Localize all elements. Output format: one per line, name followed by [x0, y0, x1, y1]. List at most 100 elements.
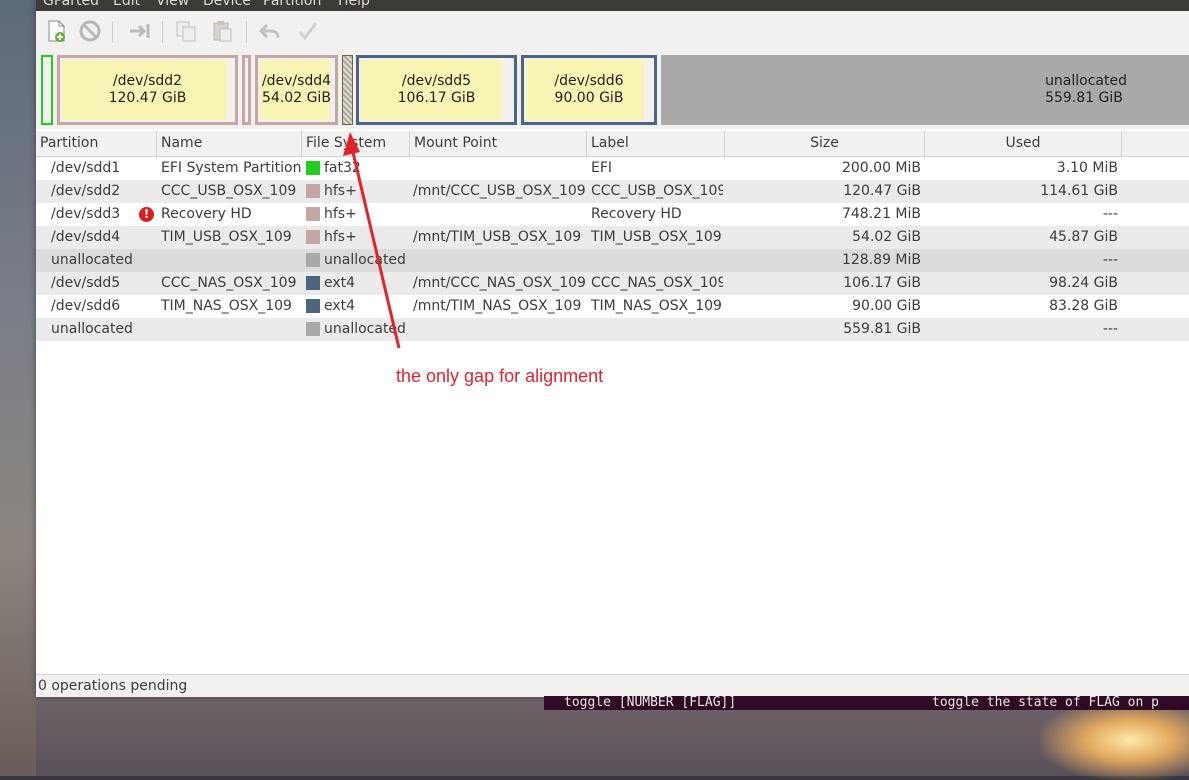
column-name[interactable]: Name [157, 131, 302, 156]
column-partition[interactable]: Partition [36, 131, 157, 156]
column-filesystem[interactable]: File System [302, 131, 410, 156]
cell-name: CCC_NAS_OSX_109 [161, 275, 297, 291]
delete-icon[interactable] [76, 17, 104, 45]
menu-gparted[interactable]: GParted [43, 0, 99, 9]
table-row[interactable]: /dev/sdd1 EFI System Partition fat32 EFI 200… [36, 157, 1189, 180]
cell-mount: /mnt/CCC_NAS_OSX_109 [413, 275, 585, 291]
cell-mount [413, 157, 585, 180]
diskmap-unallocated[interactable]: unallocated 559.81 GiB [661, 55, 1189, 125]
menu-partition[interactable]: Partition [263, 0, 321, 9]
diskmap-sdd5[interactable]: /dev/sdd5 106.17 GiB [356, 55, 517, 125]
cell-used: --- [1102, 252, 1118, 268]
paste-icon[interactable] [208, 17, 236, 45]
cell-partition: /dev/sdd6 [51, 298, 121, 314]
partition-table: Partition Name File System Mount Point L… [36, 131, 1189, 674]
column-label[interactable]: Label [587, 131, 725, 156]
cell-mount: /mnt/TIM_NAS_OSX_109 [413, 298, 582, 314]
desktop-background [0, 0, 36, 776]
cell-label [591, 318, 723, 341]
column-size[interactable]: Size [725, 131, 925, 156]
terminal-right-text: toggle the state of FLAG on p [932, 696, 1159, 710]
filesystem-color-swatch [306, 322, 320, 336]
cell-partition: /dev/sdd3 [51, 206, 121, 222]
menu-edit[interactable]: Edit [113, 0, 140, 9]
apply-icon[interactable] [294, 17, 322, 45]
cell-used: 114.61 GiB [1040, 183, 1118, 199]
warning-icon: ! [139, 207, 154, 222]
terminal-left-text: toggle [NUMBER [FLAG]] [564, 696, 737, 710]
cell-mount [413, 203, 585, 226]
toolbar [36, 11, 1189, 51]
cell-label: Recovery HD [591, 206, 682, 222]
cell-name: CCC_USB_OSX_109 [161, 183, 297, 199]
cell-size: 106.17 GiB [843, 275, 921, 291]
cell-label: CCC_USB_OSX_109 [591, 183, 723, 199]
menu-help[interactable]: Help [338, 0, 370, 9]
table-row[interactable]: /dev/sdd5 CCC_NAS_OSX_109 ext4/mnt/CCC_NAS… [36, 272, 1189, 295]
table-row[interactable]: /dev/sdd6 TIM_NAS_OSX_109 ext4/mnt/TIM_NAS… [36, 295, 1189, 318]
cell-fs: fat32 [324, 160, 361, 176]
cell-fs: ext4 [324, 298, 356, 314]
cell-fs: hfs+ [324, 183, 357, 199]
diskmap-sdd3[interactable] [242, 55, 251, 125]
table-row[interactable]: /dev/sdd4 TIM_USB_OSX_109 hfs+ /mnt/TIM_USB… [36, 226, 1189, 249]
cell-name: Recovery HD [161, 206, 252, 222]
table-header: Partition Name File System Mount Point L… [36, 131, 1189, 157]
status-bar: 0 operations pending [36, 674, 1189, 697]
column-used[interactable]: Used [925, 131, 1122, 156]
cell-size: 54.02 GiB [852, 229, 921, 245]
table-row[interactable]: /dev/sdd2 CCC_USB_OSX_109 hfs+ /mnt/CCC_USB… [36, 180, 1189, 203]
cell-size: 120.47 GiB [843, 183, 921, 199]
cell-used: 83.28 GiB [1049, 298, 1118, 314]
menu-device[interactable]: Device [203, 0, 251, 9]
resize-move-icon[interactable] [126, 17, 154, 45]
menubar: GParted Edit View Device Partition Help [36, 0, 1189, 11]
cell-used: --- [1102, 321, 1118, 337]
cell-fs: hfs+ [324, 229, 357, 245]
cell-used: 45.87 GiB [1049, 229, 1118, 245]
cell-mount [413, 318, 585, 341]
cell-mount [413, 249, 585, 272]
menu-view[interactable]: View [156, 0, 189, 9]
gparted-window: GParted Edit View Device Partition Help [36, 0, 1189, 697]
cell-name: TIM_NAS_OSX_109 [161, 298, 292, 314]
column-mountpoint[interactable]: Mount Point [410, 131, 587, 156]
desktop-sunset [1040, 700, 1189, 780]
cell-partition: /dev/sdd4 [51, 229, 121, 245]
table-row[interactable]: unallocated unallocated 128.89 MiB --- [36, 249, 1189, 272]
diskmap-sdd6[interactable]: /dev/sdd6 90.00 GiB [521, 55, 657, 125]
cell-size: 90.00 GiB [852, 298, 921, 314]
diskmap-unallocated-gap[interactable] [342, 55, 353, 125]
table-row[interactable]: unallocated unallocated 559.81 GiB --- [36, 318, 1189, 341]
new-icon[interactable] [42, 17, 70, 45]
toolbar-separator [162, 21, 163, 43]
cell-mount: /mnt/TIM_USB_OSX_109 [413, 229, 582, 245]
toolbar-separator [112, 21, 113, 43]
cell-partition: /dev/sdd1 [51, 160, 121, 176]
cell-fs: hfs+ [324, 206, 357, 222]
disk-map: /dev/sdd2 120.47 GiB /dev/sdd4 54.02 GiB /… [36, 51, 1189, 129]
cell-size: 748.21 MiB [841, 206, 921, 222]
table-row[interactable]: /dev/sdd3 Recovery HD hfs+ Recovery HD 748.2… [36, 203, 1189, 226]
cell-fs: unallocated [324, 252, 406, 268]
cell-used: --- [1102, 206, 1118, 222]
cell-size: 559.81 GiB [843, 321, 921, 337]
diskmap-sdd4[interactable]: /dev/sdd4 54.02 GiB [255, 55, 338, 125]
cell-fs: unallocated [324, 321, 406, 337]
diskmap-sdd1[interactable] [41, 55, 53, 125]
cell-partition: unallocated [51, 252, 133, 268]
terminal-strip: toggle [NUMBER [FLAG]] toggle the state o… [544, 696, 1189, 710]
copy-icon[interactable] [172, 17, 200, 45]
toolbar-separator [246, 21, 247, 43]
cell-label: TIM_USB_OSX_109 [591, 229, 722, 245]
filesystem-color-swatch [306, 230, 320, 244]
cell-size: 128.89 MiB [841, 252, 921, 268]
filesystem-color-swatch [306, 299, 320, 313]
cell-mount: /mnt/CCC_USB_OSX_109 [413, 183, 585, 199]
cell-partition: /dev/sdd2 [51, 183, 121, 199]
cell-used: 3.10 MiB [1056, 160, 1118, 176]
annotation-text: the only gap for alignment [396, 366, 604, 386]
diskmap-sdd2[interactable]: /dev/sdd2 120.47 GiB [57, 55, 238, 125]
cell-name: EFI System Partition [161, 160, 301, 176]
undo-icon[interactable] [256, 17, 284, 45]
